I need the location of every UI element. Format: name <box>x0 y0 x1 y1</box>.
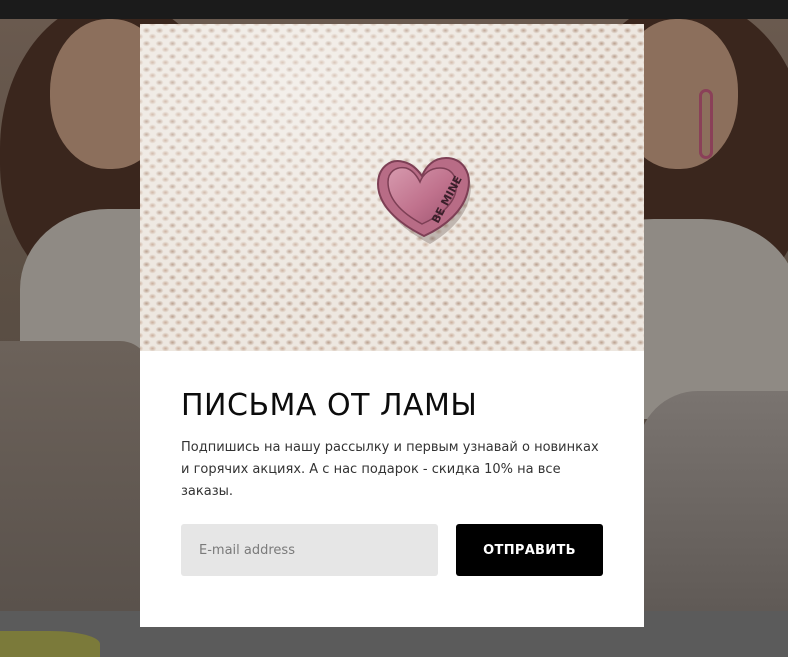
newsletter-modal: BE MINE ПИСЬМА ОТ ЛАМЫ Подпишись на нашу… <box>140 24 644 627</box>
heart-pin-icon: BE MINE <box>376 156 471 244</box>
top-bar <box>0 0 788 19</box>
email-input[interactable] <box>181 524 438 576</box>
cup-decoration <box>0 631 100 657</box>
submit-button[interactable]: ОТПРАВИТЬ <box>456 524 603 576</box>
newsletter-image: BE MINE <box>140 24 644 351</box>
desk-decoration <box>638 391 788 611</box>
earring-decoration <box>699 89 713 159</box>
modal-description: Подпишись на нашу рассылку и первым узна… <box>181 440 599 499</box>
modal-title: ПИСЬМА ОТ ЛАМЫ <box>181 388 478 423</box>
